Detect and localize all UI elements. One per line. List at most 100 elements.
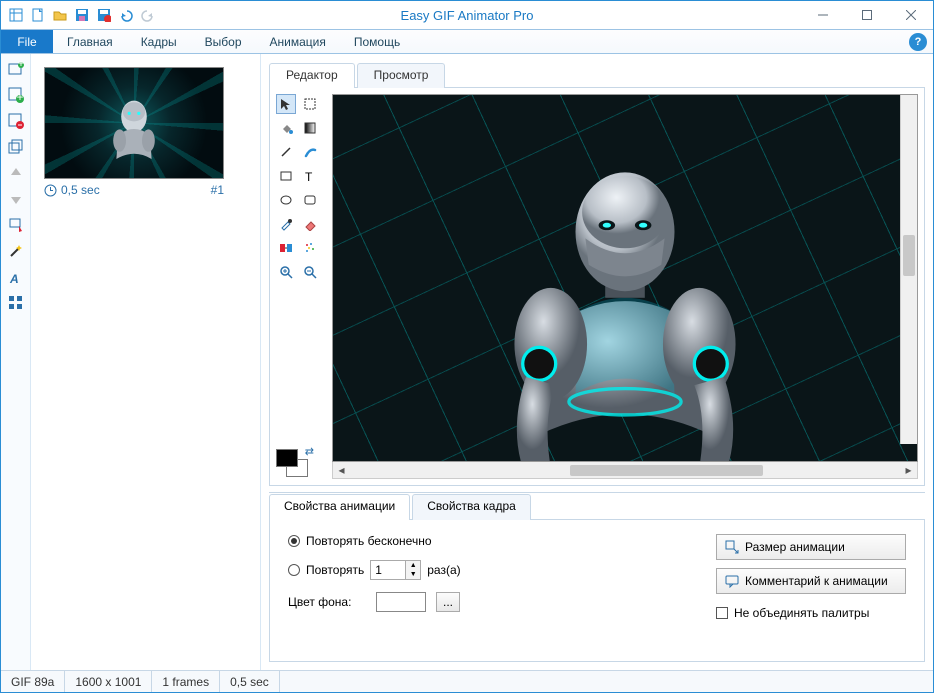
ribbon-tab-animation[interactable]: Анимация bbox=[256, 30, 340, 53]
color-swatch[interactable]: ⇄ bbox=[276, 445, 314, 479]
qat-open-icon[interactable] bbox=[51, 6, 69, 24]
tab-editor[interactable]: Редактор bbox=[269, 63, 355, 88]
tool-gradient[interactable] bbox=[300, 118, 320, 138]
props-tabs: Свойства анимации Свойства кадра bbox=[269, 493, 925, 519]
svg-text:A: A bbox=[9, 272, 19, 286]
window-controls bbox=[801, 1, 933, 29]
status-bar: GIF 89a 1600 x 1001 1 frames 0,5 sec bbox=[1, 670, 933, 692]
close-button[interactable] bbox=[889, 1, 933, 29]
tb-effects-icon[interactable] bbox=[5, 240, 27, 262]
foreground-color[interactable] bbox=[276, 449, 298, 467]
status-frames: 1 frames bbox=[152, 671, 220, 692]
canvas-area: ◂ ▸ bbox=[332, 94, 918, 479]
ribbon: File Главная Кадры Выбор Анимация Помощь… bbox=[1, 29, 933, 54]
svg-text:T: T bbox=[305, 170, 313, 183]
horizontal-scrollbar[interactable]: ◂ ▸ bbox=[332, 462, 918, 479]
radio-loop-forever[interactable] bbox=[288, 535, 300, 547]
clock-icon bbox=[44, 184, 57, 197]
loop-count-spinner[interactable]: ▲▼ bbox=[370, 560, 421, 580]
tool-rounded-rect[interactable] bbox=[300, 190, 320, 210]
tool-rect[interactable] bbox=[276, 166, 296, 186]
tool-zoom-out[interactable] bbox=[300, 262, 320, 282]
tab-preview[interactable]: Просмотр bbox=[357, 63, 446, 88]
comment-button-label: Комментарий к анимации bbox=[745, 574, 888, 588]
frame-thumbnail[interactable] bbox=[44, 67, 224, 179]
tab-frame-props[interactable]: Свойства кадра bbox=[412, 494, 531, 520]
status-format: GIF 89a bbox=[1, 671, 65, 692]
scroll-right-icon[interactable]: ▸ bbox=[900, 463, 917, 478]
tool-zoom-in[interactable] bbox=[276, 262, 296, 282]
loop-count-input[interactable] bbox=[371, 561, 405, 579]
tb-text-icon[interactable]: A bbox=[5, 266, 27, 288]
size-button-label: Размер анимации bbox=[745, 540, 845, 554]
loop-times-label: Повторять bbox=[306, 563, 364, 577]
status-dimensions: 1600 x 1001 bbox=[65, 671, 152, 692]
canvas-image bbox=[445, 146, 805, 462]
frame-index: #1 bbox=[211, 183, 224, 197]
bg-color-picker-button[interactable]: ... bbox=[436, 592, 460, 612]
spin-down-icon[interactable]: ▼ bbox=[406, 570, 420, 579]
vertical-scrollbar[interactable] bbox=[900, 95, 917, 444]
frame-meta: 0,5 sec #1 bbox=[44, 183, 224, 197]
frame-item[interactable]: 0,5 sec #1 bbox=[39, 62, 229, 202]
props-body: Повторять бесконечно Повторять ▲▼ раз(а)… bbox=[269, 519, 925, 662]
times-suffix: раз(а) bbox=[427, 563, 460, 577]
comment-button[interactable]: Комментарий к анимации bbox=[716, 568, 906, 594]
ribbon-tab-frames[interactable]: Кадры bbox=[127, 30, 191, 53]
tb-move-down-icon bbox=[5, 188, 27, 210]
qat-undo-icon[interactable] bbox=[117, 6, 135, 24]
tool-color-replace[interactable] bbox=[276, 238, 296, 258]
tool-brush[interactable] bbox=[300, 142, 320, 162]
tb-manage-icon[interactable] bbox=[5, 292, 27, 314]
bg-color-box[interactable] bbox=[376, 592, 426, 612]
tool-eraser[interactable] bbox=[300, 214, 320, 234]
comment-icon bbox=[725, 574, 739, 588]
resize-icon bbox=[725, 540, 739, 554]
editor-tabs: Редактор Просмотр bbox=[269, 62, 925, 88]
qat-save-icon[interactable] bbox=[73, 6, 91, 24]
tool-eyedropper[interactable] bbox=[276, 214, 296, 234]
swap-colors-icon[interactable]: ⇄ bbox=[305, 445, 314, 458]
svg-text:+: + bbox=[16, 90, 23, 103]
ribbon-tab-selection[interactable]: Выбор bbox=[191, 30, 256, 53]
tool-text[interactable]: T bbox=[300, 166, 320, 186]
title-bar: Easy GIF Animator Pro bbox=[1, 1, 933, 29]
radio-loop-times[interactable] bbox=[288, 564, 300, 576]
robot-thumb-icon bbox=[94, 91, 174, 171]
spin-up-icon[interactable]: ▲ bbox=[406, 561, 420, 570]
main-area: + + A 0,5 sec #1 bbox=[1, 54, 933, 670]
merge-palettes-checkbox[interactable] bbox=[716, 607, 728, 619]
canvas[interactable] bbox=[332, 94, 918, 462]
frame-duration: 0,5 sec bbox=[61, 183, 100, 197]
tool-palette: T ⇄ bbox=[276, 94, 326, 479]
tb-paint-icon[interactable] bbox=[5, 214, 27, 236]
scroll-left-icon[interactable]: ◂ bbox=[333, 463, 350, 478]
properties-panel: Свойства анимации Свойства кадра Повторя… bbox=[269, 492, 925, 662]
tb-insert-frame-icon[interactable]: + bbox=[5, 58, 27, 80]
qat-frames-icon[interactable] bbox=[7, 6, 25, 24]
tool-ellipse[interactable] bbox=[276, 190, 296, 210]
tool-marquee[interactable] bbox=[300, 94, 320, 114]
file-tab[interactable]: File bbox=[1, 30, 53, 53]
maximize-button[interactable] bbox=[845, 1, 889, 29]
tool-pointer[interactable] bbox=[276, 94, 296, 114]
help-icon[interactable]: ? bbox=[909, 33, 927, 51]
ribbon-tab-home[interactable]: Главная bbox=[53, 30, 127, 53]
minimize-button[interactable] bbox=[801, 1, 845, 29]
tool-fill[interactable] bbox=[276, 118, 296, 138]
editor-panel: Редактор Просмотр T bbox=[261, 54, 933, 670]
quick-access-toolbar bbox=[1, 6, 157, 24]
tb-add-frame-icon[interactable]: + bbox=[5, 84, 27, 106]
qat-redo-icon[interactable] bbox=[139, 6, 157, 24]
tb-duplicate-frame-icon[interactable] bbox=[5, 136, 27, 158]
bg-color-label: Цвет фона: bbox=[288, 595, 366, 609]
left-toolbar: + + A bbox=[1, 54, 31, 670]
qat-new-icon[interactable] bbox=[29, 6, 47, 24]
size-button[interactable]: Размер анимации bbox=[716, 534, 906, 560]
tool-spray[interactable] bbox=[300, 238, 320, 258]
ribbon-tab-help[interactable]: Помощь bbox=[340, 30, 414, 53]
qat-save-web-icon[interactable] bbox=[95, 6, 113, 24]
tab-anim-props[interactable]: Свойства анимации bbox=[269, 494, 410, 520]
tool-line[interactable] bbox=[276, 142, 296, 162]
tb-delete-frame-icon[interactable] bbox=[5, 110, 27, 132]
